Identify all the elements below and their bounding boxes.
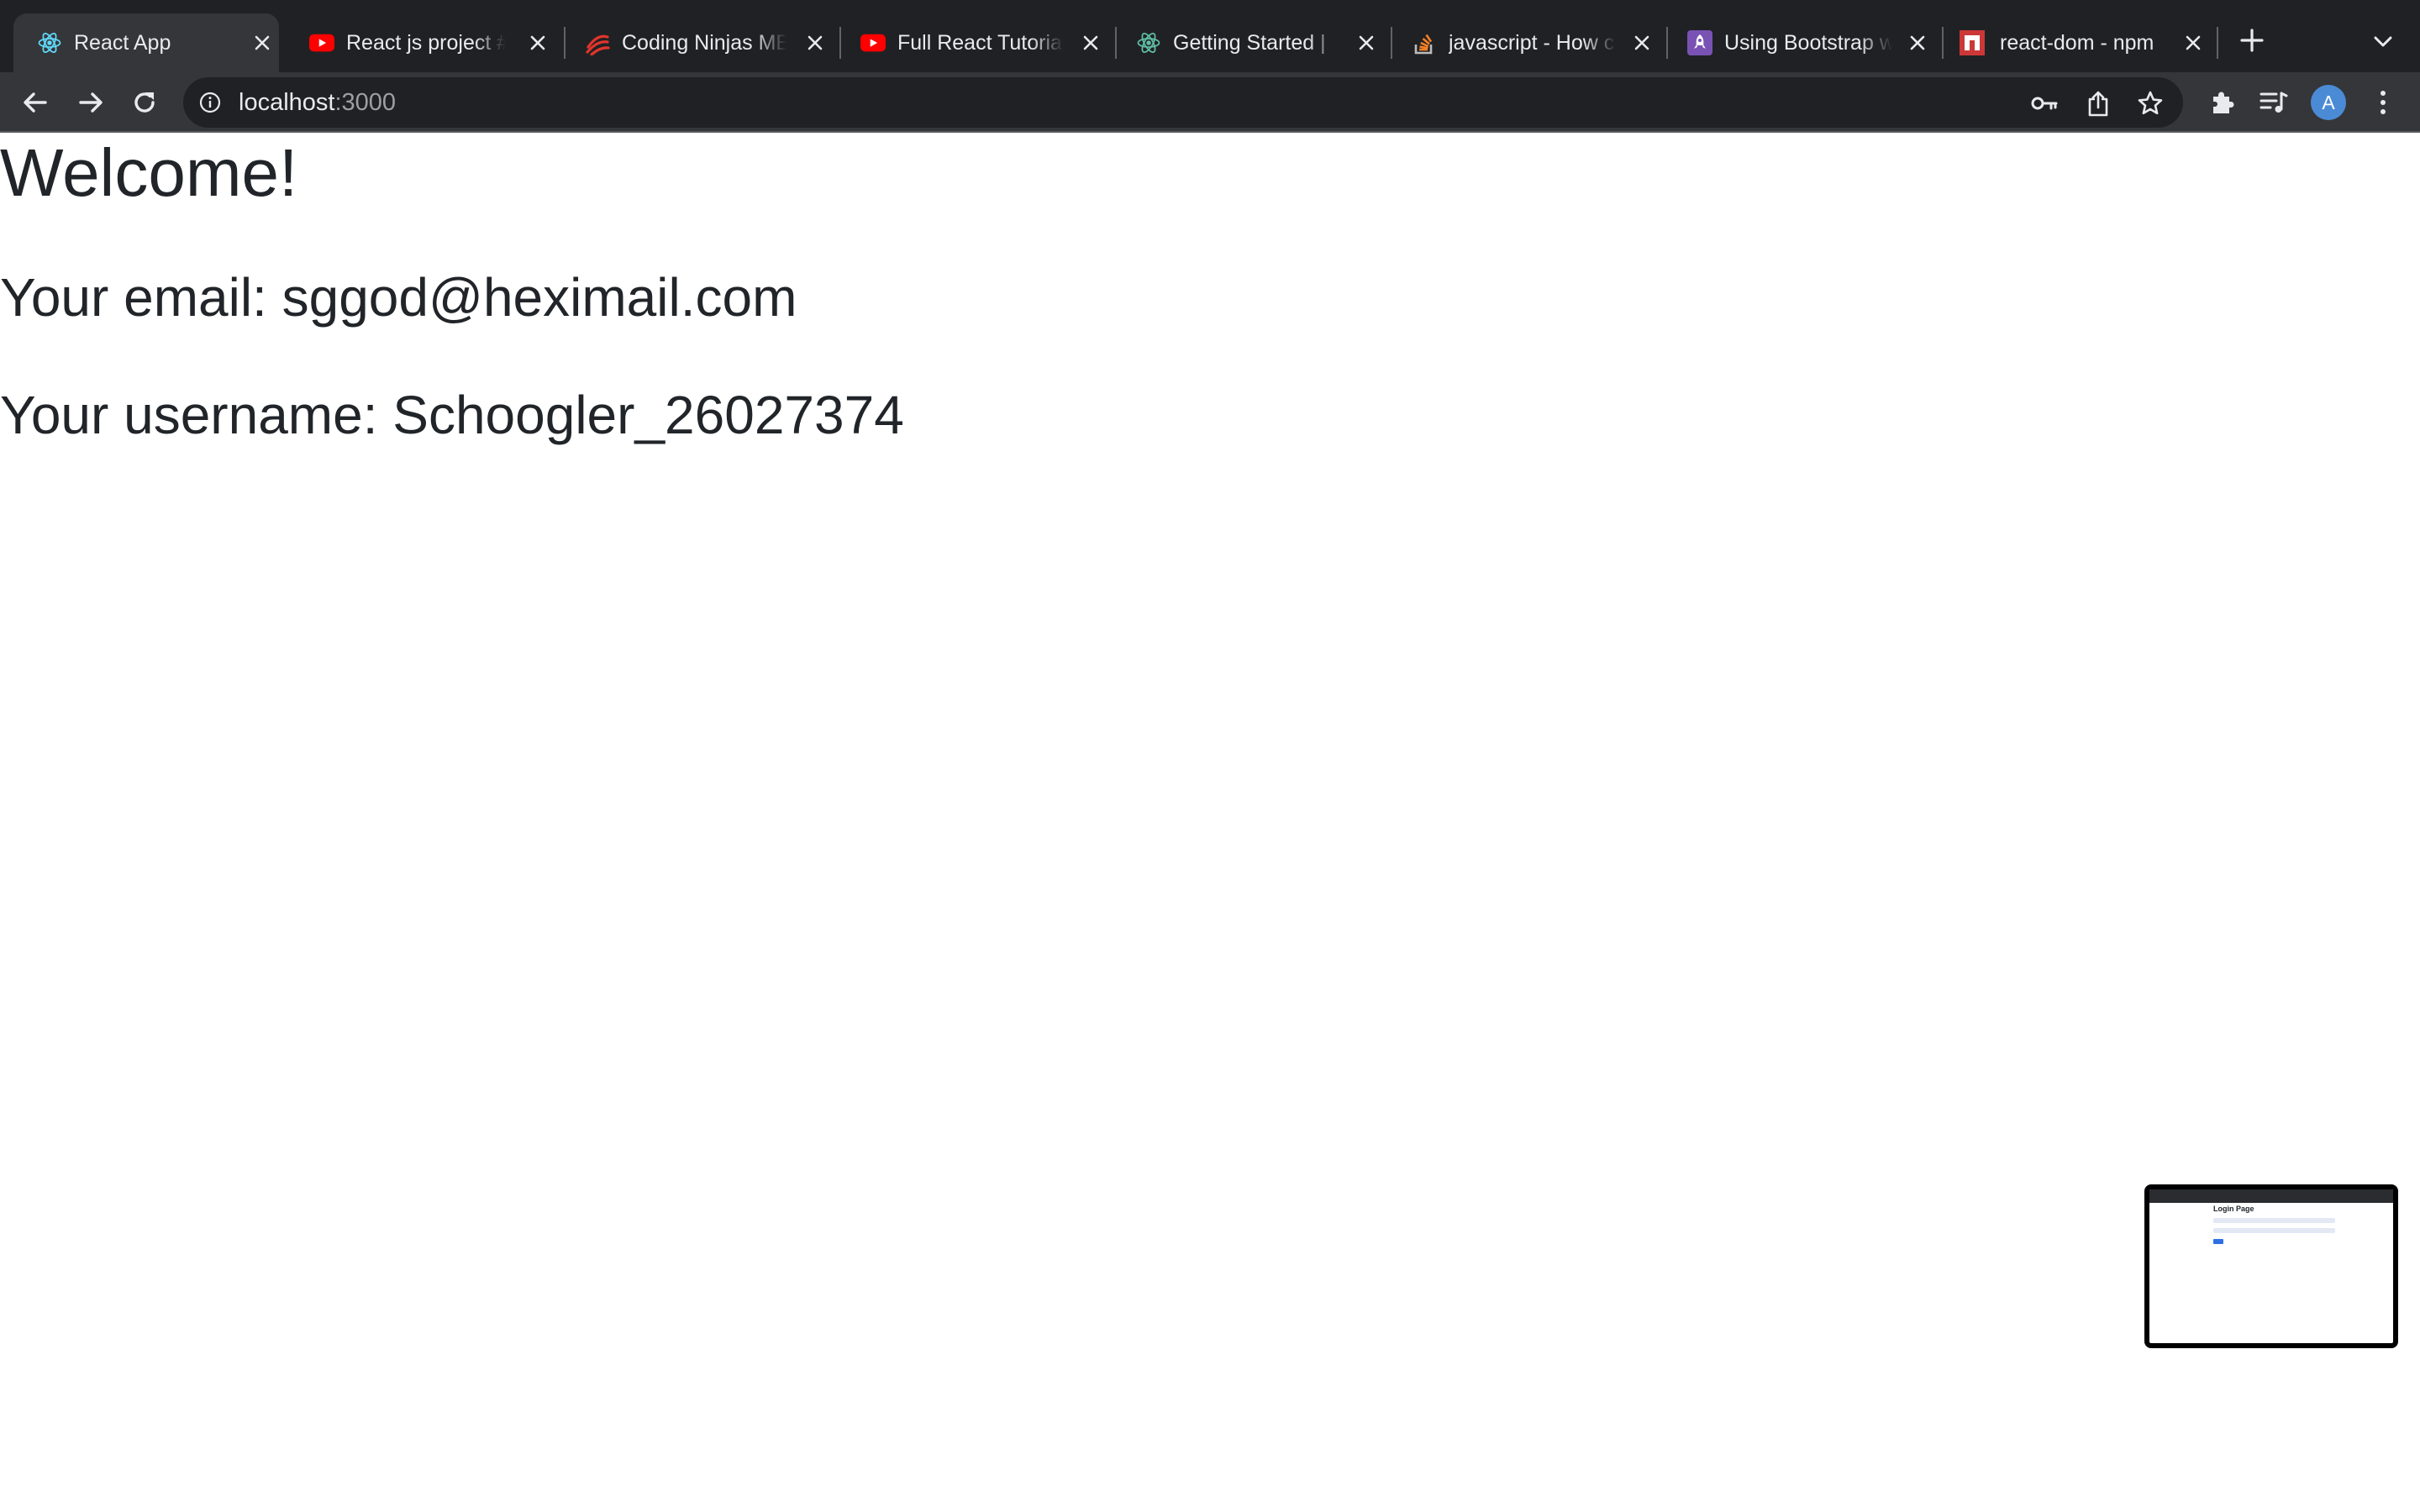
tab-title: Using Bootstrap w: [1724, 31, 1892, 55]
tab-title: Full React Tutorial: [897, 31, 1064, 55]
share-icon[interactable]: [2084, 89, 2112, 118]
tab-getting-started[interactable]: Getting Started |: [1113, 13, 1387, 72]
close-tab-icon[interactable]: [252, 33, 272, 53]
tab-title: React App: [74, 31, 171, 55]
screenshot-thumbnail[interactable]: Login Page: [2144, 1184, 2398, 1348]
forward-button[interactable]: [72, 84, 109, 121]
bootstrap-icon: [1687, 30, 1712, 55]
tab-title: Getting Started |: [1173, 31, 1326, 55]
tab-separator: [2217, 27, 2218, 59]
close-tab-icon[interactable]: [805, 33, 825, 53]
new-tab-button[interactable]: [2235, 24, 2269, 57]
npm-icon: [1960, 30, 1985, 55]
url-host: localhost: [239, 89, 335, 116]
tab-using-bootstrap[interactable]: Using Bootstrap w: [1664, 13, 1939, 72]
youtube-icon: [309, 30, 334, 55]
youtube-icon: [860, 30, 886, 55]
thumbnail-browser-bar: [2149, 1189, 2393, 1203]
extensions-puzzle-icon[interactable]: [2207, 87, 2237, 118]
close-tab-icon[interactable]: [1356, 33, 1376, 53]
tab-react-js-project[interactable]: React js project #: [286, 13, 560, 72]
thumbnail-email-field: [2213, 1218, 2335, 1223]
thumbnail-title: Login Page: [2213, 1205, 2254, 1213]
tab-search-button[interactable]: [2370, 29, 2396, 55]
close-tab-icon[interactable]: [2183, 33, 2203, 53]
back-button[interactable]: [17, 84, 54, 121]
back-arrow-icon: [24, 92, 47, 113]
tab-title: React js project #: [346, 31, 506, 55]
forward-arrow-icon: [79, 92, 103, 113]
more-menu-icon[interactable]: [2368, 87, 2398, 118]
tab-title: Coding Ninjas ME: [622, 31, 786, 55]
close-tab-icon[interactable]: [528, 33, 548, 53]
close-tab-icon[interactable]: [1081, 33, 1101, 53]
site-info-icon[interactable]: [198, 91, 222, 114]
thumbnail-password-field: [2213, 1228, 2335, 1233]
coding-ninjas-icon: [585, 30, 610, 55]
url-text[interactable]: localhost:3000: [239, 77, 396, 128]
tab-javascript-how[interactable]: javascript - How c: [1388, 13, 1663, 72]
tab-title: javascript - How c: [1449, 31, 1615, 55]
username-text: Your username: Schoogler_26027374: [0, 385, 904, 445]
email-text: Your email: sggod@heximail.com: [0, 267, 797, 328]
reading-list-icon[interactable]: [2259, 87, 2289, 118]
plus-icon: [2240, 29, 2264, 52]
thumbnail-submit-button: [2213, 1239, 2223, 1244]
chevron-down-icon: [2374, 36, 2392, 47]
react-icon: [37, 30, 62, 55]
reload-button[interactable]: [126, 84, 163, 121]
close-tab-icon[interactable]: [1632, 33, 1652, 53]
address-bar[interactable]: localhost:3000: [183, 77, 2183, 128]
bookmark-star-icon[interactable]: [2136, 89, 2165, 118]
tab-coding-ninjas[interactable]: Coding Ninjas ME: [561, 13, 836, 72]
page-content: Welcome! Your email: sggod@heximail.com …: [0, 133, 2420, 1512]
reload-icon: [134, 92, 155, 113]
browser-toolbar: localhost:3000 A: [0, 72, 2420, 133]
react-icon: [1136, 30, 1161, 55]
url-port: :3000: [334, 89, 397, 116]
tab-react-app[interactable]: React App: [13, 13, 279, 72]
tab-title: react-dom - npm: [2000, 31, 2154, 55]
password-key-icon[interactable]: [2030, 89, 2059, 118]
stackoverflow-icon: [1412, 30, 1437, 55]
page-heading: Welcome!: [0, 135, 298, 210]
tab-full-react-tutorial[interactable]: Full React Tutorial: [837, 13, 1112, 72]
close-tab-icon[interactable]: [1907, 33, 1928, 53]
profile-avatar[interactable]: A: [2311, 85, 2346, 120]
tab-strip: React App React js project # Coding Ninj…: [0, 0, 2420, 72]
tab-react-dom-npm[interactable]: react-dom - npm: [1939, 13, 2214, 72]
